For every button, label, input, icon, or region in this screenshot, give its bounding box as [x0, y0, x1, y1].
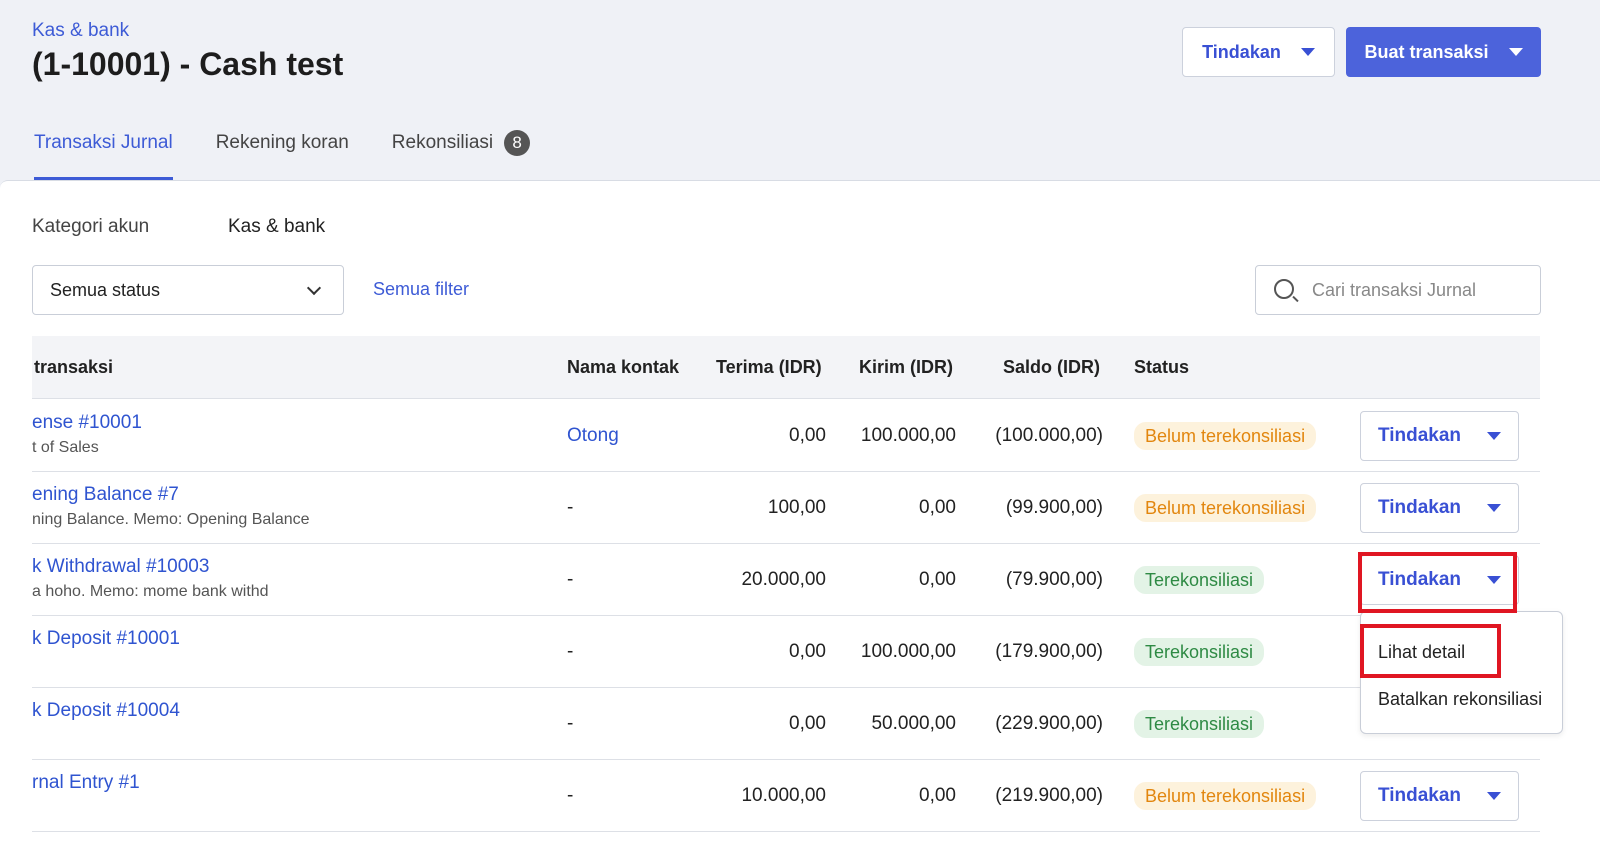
transaction-link[interactable]: k Deposit #10001: [32, 628, 180, 650]
breadcrumb[interactable]: Kas & bank: [32, 20, 129, 42]
category-value: Kas & bank: [228, 216, 326, 237]
status-select-value: Semua status: [50, 279, 161, 300]
contact-text: -: [567, 785, 574, 806]
send-amount: 0,00: [919, 785, 956, 806]
balance-amount: (100.000,00): [995, 425, 1103, 446]
status-badge: Belum terekonsiliasi: [1134, 422, 1317, 450]
row-actions-button[interactable]: Tindakan: [1360, 771, 1519, 821]
receive-amount: 10.000,00: [741, 785, 826, 806]
header-actions-label: Tindakan: [1202, 41, 1281, 62]
balance-amount: (219.900,00): [995, 785, 1103, 806]
caret-down-icon: [1300, 48, 1315, 56]
status-badge: Belum terekonsiliasi: [1134, 782, 1317, 810]
send-amount: 0,00: [919, 569, 956, 590]
send-amount: 100.000,00: [860, 425, 956, 446]
balance-amount: (229.900,00): [995, 713, 1103, 734]
tab-bank-statement[interactable]: Rekening koran: [216, 128, 349, 180]
status-select[interactable]: Semua status: [32, 265, 344, 315]
table-row: k Deposit #10004 - 0,00 50.000,00 (229.9…: [32, 688, 1540, 760]
receive-amount: 0,00: [789, 425, 826, 446]
col-contact[interactable]: Nama kontak: [567, 357, 679, 378]
tab-reconciliation[interactable]: Rekonsiliasi 8: [391, 128, 531, 180]
balance-amount: (99.900,00): [1005, 497, 1103, 518]
status-badge: Terekonsiliasi: [1134, 566, 1265, 594]
caret-down-icon: [1487, 792, 1502, 800]
table-header: transaksi Nama kontak Terima (IDR) Kirim…: [32, 336, 1540, 399]
row-actions-label: Tindakan: [1377, 785, 1462, 806]
send-amount: 50.000,00: [871, 713, 956, 734]
search-icon: [1274, 279, 1294, 299]
status-badge: Terekonsiliasi: [1134, 638, 1265, 666]
balance-amount: (179.900,00): [995, 641, 1103, 662]
table-row: ense #10001 t of Sales Otong 0,00 100.00…: [32, 400, 1540, 472]
contact-link[interactable]: Otong: [567, 425, 619, 447]
menu-item-cancel-reconciliation[interactable]: Batalkan rekonsiliasi: [1378, 689, 1542, 710]
count-badge: 8: [504, 130, 531, 156]
all-filters-link[interactable]: Semua filter: [373, 279, 469, 300]
search-box[interactable]: [1255, 265, 1541, 315]
search-input[interactable]: [1312, 266, 1532, 314]
row-actions-label: Tindakan: [1377, 425, 1462, 446]
contact-text: -: [567, 641, 574, 662]
receive-amount: 20.000,00: [741, 569, 826, 590]
tab-label: Transaksi Jurnal: [34, 132, 173, 153]
tab-label: Rekonsiliasi: [391, 132, 494, 153]
tab-journal-transactions[interactable]: Transaksi Jurnal: [34, 128, 173, 180]
transactions-table: transaksi Nama kontak Terima (IDR) Kirim…: [32, 336, 1540, 842]
transaction-description: a hoho. Memo: mome bank withd: [32, 583, 269, 600]
transaction-link[interactable]: k Deposit #10004: [32, 700, 180, 722]
transaction-description: ning Balance. Memo: Opening Balance: [32, 511, 310, 528]
receive-amount: 0,00: [789, 713, 826, 734]
transaction-link[interactable]: k Withdrawal #10003: [32, 556, 209, 578]
send-amount: 100.000,00: [860, 641, 956, 662]
chevron-down-icon: [306, 280, 322, 296]
balance-amount: (79.900,00): [1005, 569, 1103, 590]
transaction-description: t of Sales: [32, 439, 99, 456]
col-transaction[interactable]: transaksi: [34, 357, 113, 378]
page-title: (1-10001) - Cash test: [32, 46, 344, 82]
contact-text: -: [567, 713, 574, 734]
tab-bar: Transaksi Jurnal Rekening koran Rekonsil…: [34, 128, 573, 180]
contact-text: -: [567, 569, 574, 590]
table-row: rnal Entry #1 - 10.000,00 0,00 (219.900,…: [32, 760, 1540, 832]
create-transaction-button[interactable]: Buat transaksi: [1346, 27, 1541, 77]
row-actions-label: Tindakan: [1377, 497, 1462, 518]
row-actions-button[interactable]: Tindakan: [1360, 483, 1519, 533]
row-actions-menu: Lihat detail Batalkan rekonsiliasi: [1360, 611, 1563, 734]
category-label: Kategori akun: [32, 216, 150, 237]
col-balance[interactable]: Saldo (IDR): [1003, 357, 1100, 378]
table-row: k Deposit #10001 - 0,00 100.000,00 (179.…: [32, 616, 1540, 688]
col-send[interactable]: Kirim (IDR): [859, 357, 953, 378]
row-actions-button[interactable]: Tindakan: [1360, 555, 1519, 605]
status-badge: Terekonsiliasi: [1134, 710, 1265, 738]
caret-down-icon: [1508, 48, 1523, 56]
row-actions-button[interactable]: Tindakan: [1360, 411, 1519, 461]
transaction-link[interactable]: ense #10001: [32, 412, 142, 434]
menu-item-view-detail[interactable]: Lihat detail: [1378, 642, 1465, 663]
caret-down-icon: [1487, 432, 1502, 440]
create-transaction-label: Buat transaksi: [1364, 41, 1489, 62]
transaction-link[interactable]: ening Balance #7: [32, 484, 179, 506]
col-receive[interactable]: Terima (IDR): [716, 357, 822, 378]
send-amount: 0,00: [919, 497, 956, 518]
table-row: ening Balance #7 ning Balance. Memo: Ope…: [32, 472, 1540, 544]
table-row: k Withdrawal #10003 a hoho. Memo: mome b…: [32, 544, 1540, 616]
transaction-link[interactable]: rnal Entry #1: [32, 772, 140, 794]
tab-label: Rekening koran: [215, 132, 349, 153]
status-badge: Belum terekonsiliasi: [1134, 494, 1317, 522]
header-actions-button[interactable]: Tindakan: [1182, 27, 1335, 77]
main-panel: Kategori akun Kas & bank Semua status Se…: [0, 180, 1600, 842]
row-actions-label: Tindakan: [1377, 569, 1462, 590]
caret-down-icon: [1487, 504, 1502, 512]
contact-text: -: [567, 497, 574, 518]
receive-amount: 100,00: [767, 497, 826, 518]
receive-amount: 0,00: [789, 641, 826, 662]
caret-down-icon: [1487, 576, 1502, 584]
col-status[interactable]: Status: [1134, 357, 1189, 378]
